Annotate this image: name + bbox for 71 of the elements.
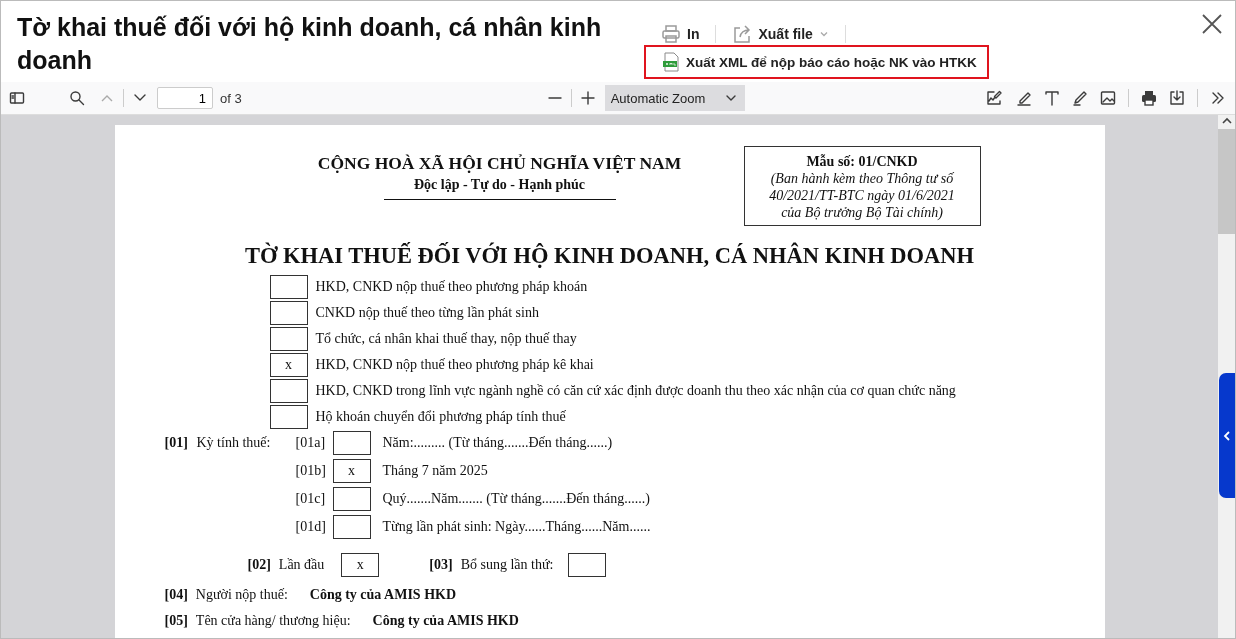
checkbox-label: CNKD nộp thuế theo từng lần phát sinh <box>315 305 539 321</box>
checkbox[interactable]: x <box>341 553 380 577</box>
field-label: Tên cửa hàng/ thương hiệu: <box>195 613 351 629</box>
field-code: [01c] <box>295 491 327 507</box>
checkbox-label: Từng lần phát sinh: Ngày......Tháng......Năm...... <box>382 519 652 535</box>
checkbox-label: HKD, CNKD trong lĩnh vực ngành nghề có căn cứ xác định được doanh thu theo xác nhận của cơ quan chức năng <box>315 383 956 399</box>
checkbox[interactable] <box>269 405 308 429</box>
dialog-title: Tờ khai thuế đối với hộ kinh doanh, cá nhân kinh doanh <box>17 12 603 76</box>
field-code: [03] <box>429 557 453 573</box>
double-chevron-icon <box>1210 90 1226 106</box>
page-number-field[interactable]: 1 <box>157 87 213 109</box>
input-field[interactable] <box>568 553 607 577</box>
checkbox[interactable] <box>332 431 371 455</box>
caret-icon <box>818 29 829 39</box>
form-title: TỜ KHAI THUẾ ĐỐI VỚI HỘ KINH DOANH, CÁ NHÂN KINH DOANH <box>243 243 976 269</box>
field-code: [01d] <box>295 519 327 535</box>
motto: Độc lập - Tự do - Hạnh phúc <box>383 174 616 200</box>
checkbox[interactable] <box>332 515 371 539</box>
national-title: CỘNG HOÀ XÃ HỘI CHỦ NGHĨA VIỆT NAM <box>316 153 683 174</box>
form-note-line: của Bộ trưởng Bộ Tài chính) <box>780 204 944 221</box>
page-count: of 3 <box>220 90 242 106</box>
scrollbar-thumb[interactable] <box>1218 129 1235 234</box>
field-code: [05] <box>164 613 188 629</box>
document-pen-icon <box>985 89 1003 107</box>
checkbox-label: Hộ khoán chuyển đổi phương pháp tính thuế <box>315 409 566 425</box>
field-label: Người nộp thuế: <box>195 587 288 603</box>
checkbox[interactable] <box>269 275 308 299</box>
export-xml-button[interactable]: Xuất XML để nộp báo cáo hoặc NK vào HTKK <box>644 45 989 79</box>
field-code: [04] <box>164 587 188 603</box>
export-file-button[interactable]: Xuất file <box>732 24 829 44</box>
checkbox[interactable] <box>332 487 371 511</box>
checkbox-label: Quý.......Năm....... (Từ tháng.......Đến tháng......) <box>382 491 651 507</box>
close-icon <box>1201 13 1223 35</box>
form-note-line: (Ban hành kèm theo Thông tư số <box>769 170 955 187</box>
pen-icon <box>1071 89 1089 107</box>
close-button[interactable] <box>1201 13 1223 35</box>
field-value: Công ty của AMIS HKD <box>309 587 457 603</box>
field-value: Công ty của AMIS HKD <box>372 613 519 629</box>
checkbox-label: Tháng 7 năm 2025 <box>382 463 489 479</box>
field-label: Bổ sung lần thứ: <box>460 557 554 573</box>
checkbox[interactable] <box>269 327 308 351</box>
sidebar-icon <box>9 90 25 106</box>
print-button[interactable]: In <box>661 24 700 44</box>
field-code: [01b] <box>295 463 327 479</box>
checkbox-label: Năm:......... (Từ tháng.......Đến tháng......) <box>382 435 614 451</box>
field-label: Kỳ tính thuế: <box>196 435 272 451</box>
printer-icon <box>1140 89 1158 107</box>
text-icon <box>1043 89 1061 107</box>
xml-file-icon <box>662 52 680 72</box>
checkbox[interactable]: x <box>269 353 308 377</box>
field-code: [01] <box>164 435 189 451</box>
plus-icon <box>580 91 595 105</box>
image-icon <box>1099 89 1117 107</box>
checkbox-label: HKD, CNKD nộp thuế theo phương pháp kê khai <box>315 357 594 373</box>
field-code: [02] <box>247 557 271 573</box>
zoom-select[interactable]: Automatic Zoom <box>604 85 745 111</box>
form-note-line: 40/2021/TT-BTC ngày 01/6/2021 <box>768 187 956 204</box>
checkbox-label: Lần đầu <box>278 557 325 573</box>
checkbox[interactable]: x <box>332 459 371 483</box>
checkbox-label: HKD, CNKD nộp thuế theo phương pháp khoán <box>315 279 588 295</box>
share-icon <box>732 24 753 44</box>
field-code: [01a] <box>295 435 327 451</box>
download-icon <box>1168 89 1186 107</box>
search-icon <box>69 90 85 106</box>
checkbox[interactable] <box>269 301 308 325</box>
form-code: Mẫu số: 01/CNKD <box>805 153 919 170</box>
chevron-left-icon <box>1223 430 1231 441</box>
side-panel-toggle[interactable] <box>1219 373 1235 498</box>
checkbox[interactable] <box>269 379 308 403</box>
printer-icon <box>661 24 681 44</box>
checkbox-label: Tổ chức, cá nhân khai thuế thay, nộp thuế thay <box>315 331 577 347</box>
